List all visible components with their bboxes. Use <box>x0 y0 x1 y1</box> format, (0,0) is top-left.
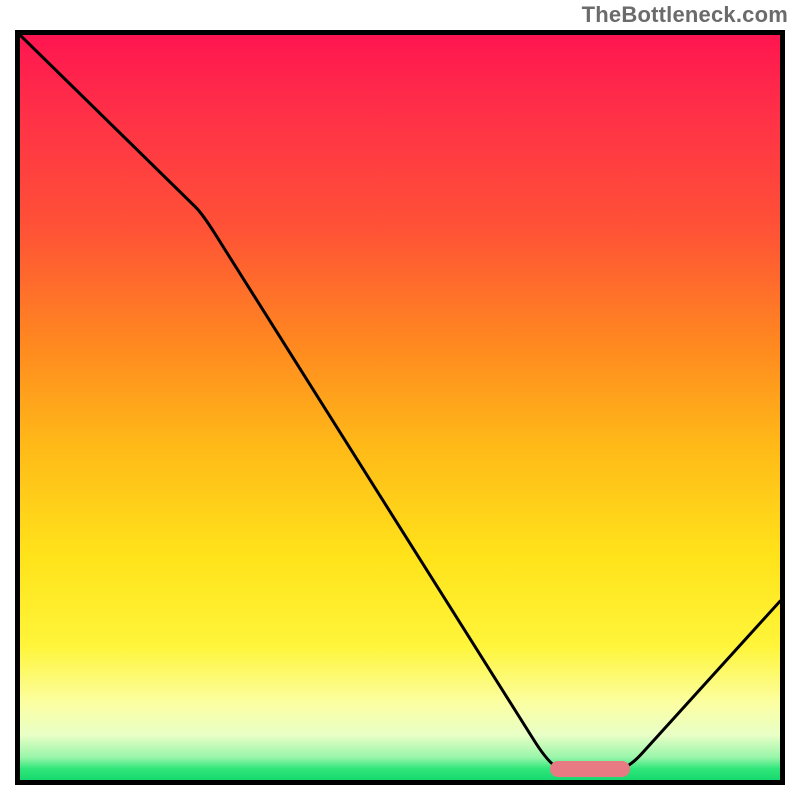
watermark-text: TheBottleneck.com <box>582 2 788 28</box>
bottleneck-curve <box>20 35 780 780</box>
plot-area <box>15 30 785 785</box>
chart-frame: TheBottleneck.com <box>0 0 800 800</box>
